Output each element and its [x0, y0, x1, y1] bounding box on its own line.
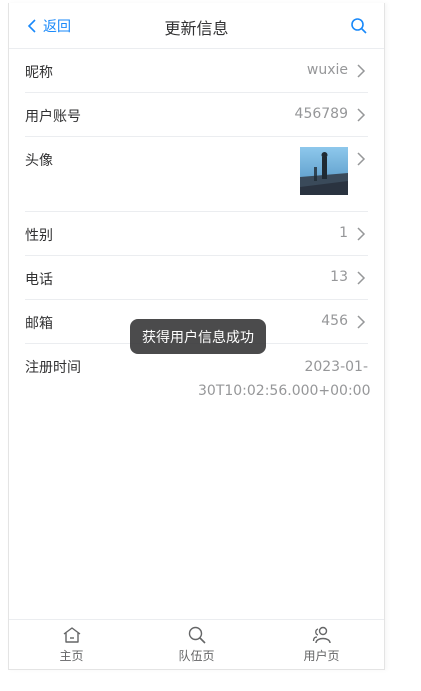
- register-time-line2: 30T10:02:56.000+00:00: [198, 383, 371, 399]
- cell-nickname[interactable]: 昵称 wuxie: [9, 49, 384, 93]
- cell-label: 注册时间: [25, 360, 81, 376]
- chevron-right-icon: [357, 64, 366, 78]
- tab-label: 用户页: [303, 649, 340, 663]
- chevron-right-icon: [357, 227, 366, 241]
- cell-label: 电话: [25, 272, 53, 288]
- chevron-right-icon: [357, 152, 366, 166]
- app-screen: 返回 更新信息 昵称 wuxie 用户账号 456789 头像 性别 1 电话 …: [8, 3, 385, 670]
- chevron-right-icon: [357, 315, 366, 329]
- home-icon: [63, 627, 80, 643]
- chevron-right-icon: [357, 108, 366, 122]
- cell-label: 性别: [25, 228, 53, 244]
- toast-message: 获得用户信息成功: [130, 319, 266, 354]
- cell-label: 昵称: [25, 65, 53, 81]
- search-icon: [188, 626, 206, 644]
- search-icon[interactable]: [350, 17, 368, 35]
- cell-label: 头像: [25, 153, 53, 169]
- page-title: 更新信息: [164, 19, 229, 38]
- cell-value: 456: [321, 313, 348, 329]
- cell-value: 1: [339, 225, 348, 241]
- tab-label: 主页: [59, 649, 84, 663]
- cell-value: 456789: [294, 106, 348, 122]
- tab-user[interactable]: 用户页: [259, 620, 384, 669]
- register-time-value: 2023-01- 30T10:02:56.000+00:00: [198, 355, 371, 403]
- nav-bar: 返回 更新信息: [9, 3, 384, 49]
- register-time-line1: 2023-01-: [304, 359, 368, 375]
- cell-value: wuxie: [306, 62, 348, 78]
- tab-team[interactable]: 队伍页: [134, 620, 259, 669]
- cell-account[interactable]: 用户账号 456789: [9, 93, 384, 137]
- tab-home[interactable]: 主页: [9, 620, 134, 669]
- cell-label: 邮箱: [25, 316, 53, 332]
- avatar: [300, 147, 348, 195]
- cell-phone[interactable]: 电话 13: [9, 256, 384, 300]
- cell-label: 用户账号: [25, 109, 81, 125]
- tab-bar: 主页 队伍页 用户页: [9, 619, 384, 669]
- cell-value: 13: [330, 269, 348, 285]
- friends-icon: [312, 626, 331, 644]
- chevron-right-icon: [357, 271, 366, 285]
- cell-gender[interactable]: 性别 1: [9, 212, 384, 256]
- tab-label: 队伍页: [178, 649, 215, 663]
